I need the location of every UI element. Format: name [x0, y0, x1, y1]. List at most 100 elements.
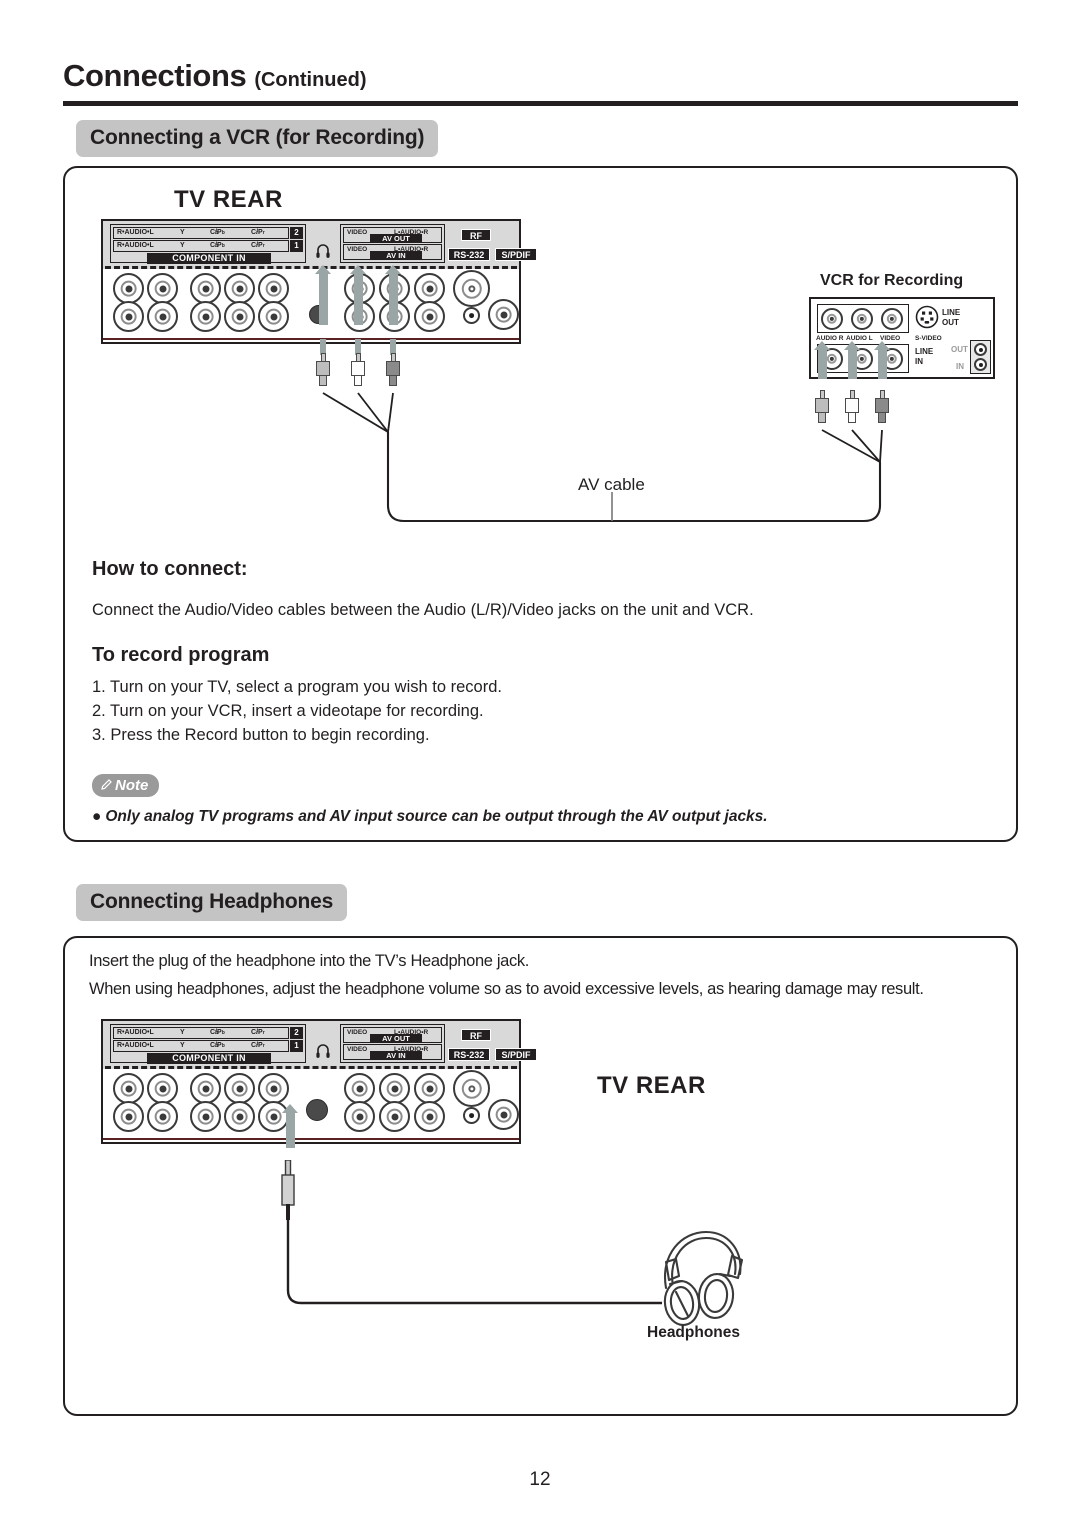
- rca-plug-vcr-audio-l: [845, 390, 859, 430]
- arrow-to-av-out-audio-l: [350, 265, 366, 325]
- rs232-port-tag: RS-232: [448, 1048, 490, 1061]
- component-input-number-1: 1: [290, 240, 303, 252]
- headphone-section-panel: [63, 936, 1018, 1416]
- component-in-caption: COMPONENT IN: [147, 253, 271, 264]
- component-cr-label: Cr/P r: [251, 229, 265, 236]
- jack-component-cr-2: [258, 1073, 289, 1104]
- component-cr-label: Cr/P r: [251, 1029, 265, 1036]
- rca-plug-tv-audio-l: [351, 353, 365, 393]
- component-cb-label: Cb/P b: [210, 242, 225, 249]
- pencil-icon: [100, 775, 113, 798]
- how-to-connect-heading: How to connect:: [92, 558, 248, 580]
- headphone-jack-icon: [315, 243, 331, 259]
- arrow-to-vcr-audio-r: [814, 341, 830, 379]
- headphone-jack-icon: [315, 1043, 331, 1059]
- jack-component-cb-1: [224, 301, 255, 332]
- page-title-suffix: (Continued): [254, 69, 367, 91]
- jack-av-out-video: [344, 1073, 375, 1104]
- jack-component-audio-l-1: [147, 301, 178, 332]
- av-out-row: VIDEO L•AUDIO•R AV OUT: [343, 1027, 442, 1043]
- tv-panel-label-strip: R•AUDIO•L Y Cb/P b Cr/P r 2 R•AUDIO•L Y Cb…: [103, 221, 537, 266]
- component-input-number-1: 1: [290, 1040, 303, 1052]
- vcr-for-recording-label: VCR for Recording: [820, 272, 964, 289]
- rca-plug-tv-audio-r: [386, 353, 400, 393]
- jack-av-in-video: [344, 1101, 375, 1132]
- page-number: 12: [529, 1469, 551, 1490]
- vcr-jack-audio-l-out: [851, 308, 873, 330]
- jack-component-audio-l-1: [147, 1101, 178, 1132]
- vcr-label-s-video: S-VIDEO: [915, 335, 942, 342]
- jack-component-cb-2: [224, 1073, 255, 1104]
- vcr-line-in-jackbox: [817, 344, 909, 373]
- jack-av-out-audio-l: [379, 1073, 410, 1104]
- av-in-row: VIDEO L•AUDIO•R AV IN: [343, 1044, 442, 1060]
- arrow-to-av-out-audio-r: [385, 265, 401, 325]
- note-badge-label: Note: [115, 777, 149, 794]
- record-step-2: 2. Turn on your VCR, insert a videotape …: [92, 702, 484, 720]
- component-in-row-2: R•AUDIO•L Y Cb/P b Cr/P r: [113, 1027, 289, 1039]
- record-step-1: 1. Turn on your TV, select a program you…: [92, 678, 502, 696]
- jack-component-cb-2: [224, 273, 255, 304]
- page-title: Connections: [63, 58, 247, 93]
- component-audio-label: R•AUDIO•L: [117, 242, 154, 249]
- vcr-line-out-label-line2: OUT: [942, 318, 959, 327]
- component-in-caption: COMPONENT IN: [147, 1053, 271, 1064]
- jack-rf-antenna: [453, 1070, 490, 1107]
- jack-component-audio-r-1: [113, 301, 144, 332]
- section-heading-connecting-vcr: Connecting a VCR (for Recording): [76, 120, 439, 157]
- jack-component-cr-1: [258, 301, 289, 332]
- jack-rs232: [463, 1107, 480, 1124]
- arrow-to-headphone-jack: [282, 1104, 298, 1148]
- component-in-block: R•AUDIO•L Y Cb/P b Cr/P r 2 R•AUDIO•L Y Cb…: [110, 224, 306, 264]
- rca-plug-tv-video: [316, 353, 330, 393]
- jack-component-y-2: [190, 273, 221, 304]
- page-header: Connections (Continued): [63, 58, 1018, 94]
- arrow-to-av-out-video: [315, 265, 331, 325]
- jack-av-in-audio-r: [414, 301, 445, 332]
- av-cable-label: AV cable: [578, 475, 645, 494]
- jack-component-audio-r-2: [113, 1073, 144, 1104]
- av-in-tag: AV IN: [370, 251, 422, 260]
- jack-av-out-audio-r: [414, 1073, 445, 1104]
- jack-component-cr-2: [258, 273, 289, 304]
- jack-component-audio-r-2: [113, 273, 144, 304]
- note-text: ● Only analog TV programs and AV input so…: [92, 808, 768, 826]
- tv-rear-label-top: TV REAR: [174, 186, 283, 213]
- jack-component-cb-1: [224, 1101, 255, 1132]
- component-in-row-1: R•AUDIO•L Y Cb/P b Cr/P r: [113, 240, 289, 252]
- spdif-port-tag: S/PDIF: [495, 1048, 537, 1061]
- component-input-number-2: 2: [290, 227, 303, 239]
- headphone-line-2: When using headphones, adjust the headph…: [89, 980, 924, 998]
- vcr-line-out-jackbox: [817, 304, 909, 333]
- jack-component-audio-r-1: [113, 1101, 144, 1132]
- jack-av-in-audio-l: [379, 1101, 410, 1132]
- component-input-number-2: 2: [290, 1027, 303, 1039]
- component-cb-label: Cb/P b: [210, 229, 225, 236]
- component-in-block: R•AUDIO•L Y Cb/P b Cr/P r 2 R•AUDIO•L Y Cb…: [110, 1024, 306, 1064]
- component-audio-label: R•AUDIO•L: [117, 1029, 154, 1036]
- section-heading-connecting-headphones: Connecting Headphones: [76, 884, 348, 921]
- vcr-jack-rf-in: [974, 358, 987, 371]
- jack-rf-antenna: [453, 270, 490, 307]
- record-step-3: 3. Press the Record button to begin reco…: [92, 726, 430, 744]
- av-in-video-label: VIDEO: [347, 246, 368, 253]
- jack-component-y-1: [190, 301, 221, 332]
- rs232-port-tag: RS-232: [448, 248, 490, 261]
- vcr-jack-video-out: [881, 308, 903, 330]
- vcr-jack-rf-out: [974, 343, 987, 356]
- jack-spdif: [488, 1099, 519, 1130]
- headphone-line-1: Insert the plug of the headphone into th…: [89, 952, 530, 970]
- av-out-tag: AV OUT: [370, 234, 422, 243]
- tv-panel-jack-area: [103, 1069, 519, 1142]
- jack-component-audio-l-2: [147, 1073, 178, 1104]
- tv-rear-connector-panel-top: R•AUDIO•L Y Cb/P b Cr/P r 2 R•AUDIO•L Y Cb…: [101, 219, 537, 344]
- arrow-to-vcr-audio-l: [844, 341, 860, 379]
- component-in-row-2: R•AUDIO•L Y Cb/P b Cr/P r: [113, 227, 289, 239]
- tv-rear-label-bottom: TV REAR: [597, 1072, 706, 1099]
- component-y-label: Y: [180, 229, 185, 236]
- component-cr-label: Cr/P r: [251, 1042, 265, 1049]
- component-y-label: Y: [180, 1042, 185, 1049]
- panel-bottom-edge: [103, 338, 519, 340]
- jack-headphone-highlighted: [306, 1099, 328, 1121]
- to-record-program-heading: To record program: [92, 644, 270, 666]
